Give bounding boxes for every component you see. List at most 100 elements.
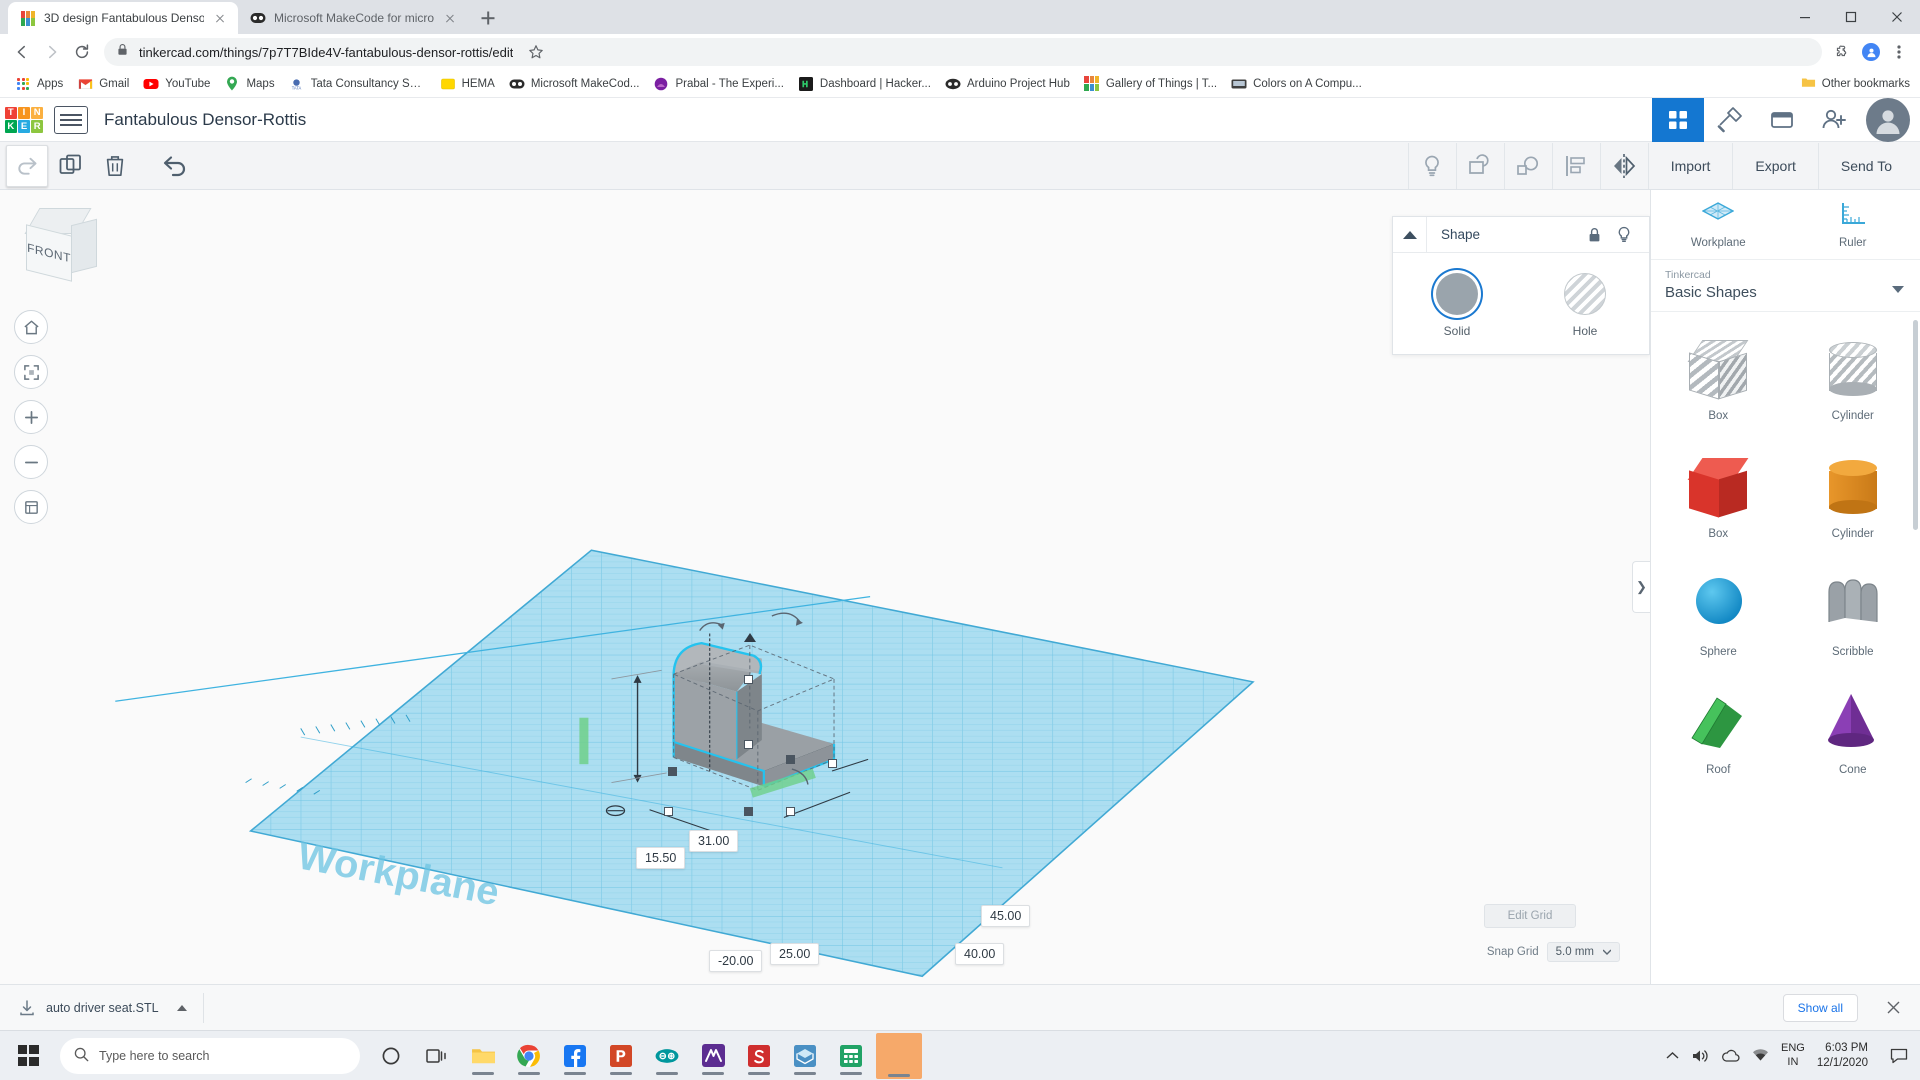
grid-apps-icon[interactable] (1652, 97, 1704, 142)
zoom-in-icon[interactable] (14, 400, 48, 434)
puzzle-icon[interactable] (1830, 39, 1856, 65)
arduino-icon[interactable] (646, 1035, 688, 1077)
dimension-height-secondary[interactable]: 15.50 (636, 847, 686, 869)
shape-item-cylinder-striped[interactable]: Cylinder (1786, 324, 1920, 442)
bookmark-gallery[interactable]: Gallery of Things | T... (1077, 73, 1224, 95)
chevron-up-icon[interactable] (1666, 1051, 1679, 1060)
import-button[interactable]: Import (1647, 142, 1733, 189)
duplicate-icon[interactable] (50, 145, 92, 187)
hammer-tools-icon[interactable] (1704, 98, 1756, 142)
bookmark-apps[interactable]: Apps (8, 73, 70, 95)
add-person-icon[interactable] (1808, 98, 1860, 142)
bookmark-makecode[interactable]: Microsoft MakeCod... (502, 73, 647, 95)
new-tab-button[interactable] (474, 4, 502, 32)
3d-canvas[interactable]: Workplane FRONT 15.50 31.00 45.00 40.00 … (0, 190, 1650, 984)
shape-item-box-red[interactable]: Box (1651, 442, 1786, 560)
export-button[interactable]: Export (1732, 142, 1817, 189)
browser-tab-active[interactable]: 3D design Fantabulous Densor-R (8, 2, 238, 34)
facebook-icon[interactable] (554, 1035, 596, 1077)
browser-tab-inactive[interactable]: Microsoft MakeCode for micro:b (238, 2, 468, 34)
download-item[interactable]: auto driver seat.STL (14, 994, 191, 1022)
bookmark-arduino[interactable]: Arduino Project Hub (938, 73, 1077, 95)
resize-handle-left[interactable] (664, 807, 673, 816)
wifi-icon[interactable] (1752, 1049, 1769, 1062)
redo-icon[interactable] (6, 144, 48, 187)
dimension-base[interactable]: 25.00 (770, 943, 820, 965)
shape-item-cylinder-orange[interactable]: Cylinder (1786, 442, 1920, 560)
bookmark-hackster[interactable]: Dashboard | Hacker... (791, 73, 938, 95)
resize-handle-corner[interactable] (668, 767, 677, 776)
solid-swatch[interactable] (1436, 273, 1478, 315)
shape-category-selector[interactable]: Tinkercad Basic Shapes (1651, 260, 1920, 312)
windows-start-icon[interactable] (0, 1031, 56, 1080)
minimize-icon[interactable] (1782, 0, 1828, 34)
expand-panel-icon[interactable]: ❯ (1632, 561, 1650, 613)
maximize-icon[interactable] (1828, 0, 1874, 34)
onedrive-icon[interactable] (1721, 1049, 1740, 1062)
resize-handle-bottom[interactable] (786, 807, 795, 816)
bookmark-colors[interactable]: Colors on A Compu... (1224, 73, 1369, 95)
workplane-tool[interactable]: Workplane (1651, 190, 1786, 259)
star-icon[interactable] (523, 39, 549, 65)
search-input[interactable]: Type here to search (60, 1037, 360, 1074)
dimension-width[interactable]: 40.00 (955, 943, 1005, 965)
edit-grid-button[interactable]: Edit Grid (1484, 904, 1576, 928)
resize-handle-corner2[interactable] (786, 755, 795, 764)
resize-handle-top[interactable] (744, 675, 753, 684)
show-all-downloads-button[interactable]: Show all (1782, 993, 1858, 1022)
user-avatar[interactable] (1866, 97, 1910, 142)
ortho-view-icon[interactable] (14, 490, 48, 524)
back-arrow-icon[interactable] (8, 38, 36, 66)
send-to-button[interactable]: Send To (1817, 142, 1914, 189)
shape-item-scribble[interactable]: Scribble (1786, 560, 1920, 678)
reload-icon[interactable] (68, 38, 96, 66)
view-cube[interactable]: FRONT (18, 208, 98, 288)
active-window-icon[interactable] (876, 1032, 922, 1079)
mirror-icon[interactable] (1599, 142, 1648, 189)
shape-item-cone[interactable]: Cone (1786, 678, 1920, 796)
tinkercad-app-icon[interactable] (784, 1035, 826, 1077)
calculator-icon[interactable] (830, 1035, 872, 1077)
dimension-offset[interactable]: -20.00 (709, 950, 763, 972)
collapse-triangle-icon[interactable] (1393, 217, 1427, 252)
forward-arrow-icon[interactable] (38, 38, 66, 66)
group-icon[interactable] (1455, 142, 1504, 189)
chevron-up-icon[interactable] (176, 1004, 187, 1011)
hole-swatch[interactable] (1564, 273, 1606, 315)
resize-handle-center[interactable] (744, 807, 753, 816)
list-view-icon[interactable] (54, 105, 88, 134)
cortana-icon[interactable] (370, 1035, 412, 1077)
dimension-depth[interactable]: 45.00 (981, 905, 1031, 927)
resize-handle-mid[interactable] (744, 740, 753, 749)
clock[interactable]: 6:03 PM 12/1/2020 (1817, 1041, 1872, 1071)
bookmark-tata[interactable]: TATA Tata Consultancy Se... (282, 73, 433, 95)
home-view-icon[interactable] (14, 310, 48, 344)
notification-icon[interactable] (1884, 1035, 1914, 1077)
task-view-icon[interactable] (416, 1035, 458, 1077)
shape-option-solid[interactable]: Solid (1393, 273, 1521, 338)
address-bar[interactable]: tinkercad.com/things/7p7T7BIde4V-fantabu… (104, 38, 1822, 66)
shapes-grid[interactable]: Box Cylinder Box Cylinder Sphere Scribbl… (1651, 312, 1920, 984)
language-indicator[interactable]: ENG IN (1781, 1042, 1805, 1070)
makecode-icon[interactable] (692, 1035, 734, 1077)
bookmark-hema[interactable]: HEMA (433, 73, 502, 95)
lightbulb-icon[interactable] (1407, 142, 1456, 189)
lightbulb-icon[interactable] (1609, 217, 1639, 252)
resize-handle-right[interactable] (828, 759, 837, 768)
ungroup-icon[interactable] (1503, 142, 1552, 189)
tinkercad-logo[interactable]: TIN KER (0, 98, 48, 142)
lock-icon[interactable] (1579, 217, 1609, 252)
powerpoint-icon[interactable] (600, 1035, 642, 1077)
bookmark-maps[interactable]: Maps (217, 73, 281, 95)
height-handle-arrow[interactable] (744, 633, 756, 642)
view-cube-side-face[interactable] (71, 218, 97, 274)
other-bookmarks[interactable]: Other bookmarks (1801, 76, 1910, 91)
shape-item-sphere[interactable]: Sphere (1651, 560, 1786, 678)
fit-view-icon[interactable] (14, 355, 48, 389)
shape-option-hole[interactable]: Hole (1521, 273, 1649, 338)
bookmark-prabal[interactable]: Prabal - The Experi... (646, 73, 790, 95)
s-app-icon[interactable] (738, 1035, 780, 1077)
gallery-icon[interactable] (1756, 98, 1808, 142)
dimension-height[interactable]: 31.00 (689, 830, 739, 852)
profile-avatar[interactable] (1858, 39, 1884, 65)
